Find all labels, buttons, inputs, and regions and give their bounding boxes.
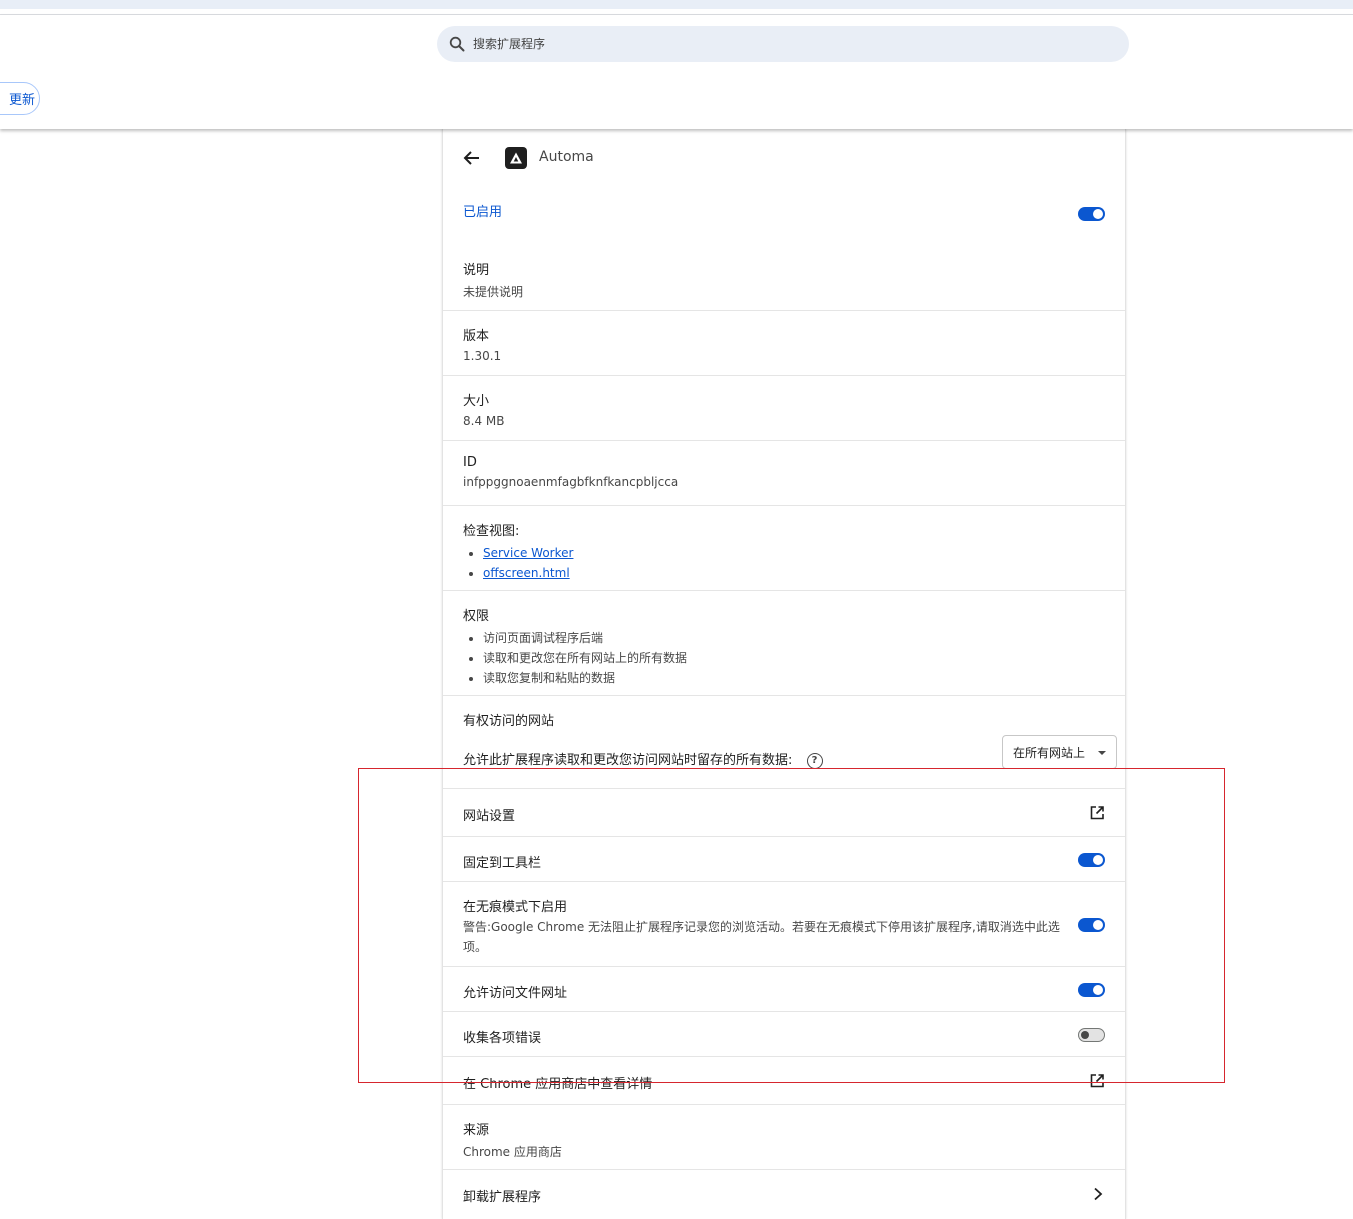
extensions-toolbar: 更新 [0,15,1353,129]
search-icon [449,36,465,52]
list-item: 访问页面调试程序后端 [483,628,1105,648]
id-section: ID infppggnoaenmfagbfknfkancpbljcca [443,440,1125,489]
size-label: 大小 [463,394,490,409]
collect-errors-toggle[interactable] [1078,1028,1105,1042]
window-top-strip [0,0,1353,9]
version-section: 版本 1.30.1 [443,310,1125,363]
collect-errors-row: 收集各项错误 [443,1011,1125,1056]
extension-name: Automa [539,149,594,165]
detail-header: Automa [443,129,1125,187]
permissions-section: 权限 访问页面调试程序后端 读取和更改您在所有网站上的所有数据 读取您复制和粘贴… [443,590,1125,688]
site-access-desc: 允许此扩展程序读取和更改您访问网站时留存的所有数据: [463,753,793,768]
description-label: 说明 [463,263,490,278]
list-item: offscreen.html [483,563,1105,583]
open-in-new-icon[interactable] [1089,805,1105,821]
inspect-views-label: 检查视图: [463,524,520,539]
id-label: ID [463,455,477,470]
service-worker-link[interactable]: Service Worker [483,546,573,560]
uninstall-label: 卸载扩展程序 [463,1190,542,1205]
collect-errors-label: 收集各项错误 [463,1031,542,1046]
site-settings-row[interactable]: 网站设置 [443,788,1125,836]
source-section: 来源 Chrome 应用商店 [443,1104,1125,1160]
webstore-row[interactable]: 在 Chrome 应用商店中查看详情 [443,1056,1125,1104]
size-section: 大小 8.4 MB [443,375,1125,428]
help-circle-icon[interactable]: ? [806,752,823,769]
automa-logo-icon [505,147,527,169]
source-label: 来源 [463,1123,490,1138]
permissions-list: 访问页面调试程序后端 读取和更改您在所有网站上的所有数据 读取您复制和粘贴的数据 [463,628,1105,688]
version-label: 版本 [463,329,490,344]
chevron-down-icon [1098,751,1106,755]
list-item: Service Worker [483,543,1105,563]
enabled-row: 已启用 [443,201,1125,225]
open-in-new-icon[interactable] [1089,1073,1105,1089]
site-access-select[interactable]: 在所有网站上 [1002,735,1117,769]
uninstall-row[interactable]: 卸载扩展程序 [443,1169,1125,1217]
description-section: 说明 未提供说明 [443,259,1125,300]
enabled-label: 已启用 [463,205,503,220]
pin-toolbar-toggle[interactable] [1078,853,1105,867]
chevron-right-icon [1094,1187,1103,1201]
file-urls-row: 允许访问文件网址 [443,966,1125,1011]
site-access-label: 有权访问的网站 [463,714,555,729]
site-settings-label: 网站设置 [463,809,516,824]
pin-toolbar-label: 固定到工具栏 [463,856,542,871]
version-value: 1.30.1 [463,349,502,363]
arrow-back-icon[interactable] [461,147,483,169]
search-input[interactable] [471,36,1075,52]
size-value: 8.4 MB [463,414,505,428]
offscreen-html-link[interactable]: offscreen.html [483,566,570,580]
file-urls-label: 允许访问文件网址 [463,986,568,1001]
incognito-toggle[interactable] [1078,918,1105,932]
extension-detail-card: Automa 已启用 说明 未提供说明 版本 1.30.1 大小 8.4 MB … [442,129,1126,1219]
incognito-row: 在无痕模式下启用 警告:Google Chrome 无法阻止扩展程序记录您的浏览… [443,881,1125,966]
search-box[interactable] [437,26,1129,62]
description-value: 未提供说明 [463,285,524,299]
permissions-label: 权限 [463,609,490,624]
update-button[interactable]: 更新 [0,82,40,115]
webstore-label: 在 Chrome 应用商店中查看详情 [463,1077,653,1092]
list-item: 读取您复制和粘贴的数据 [483,668,1105,688]
site-access-row: 允许此扩展程序读取和更改您访问网站时留存的所有数据: ? 在所有网站上 [443,735,1125,785]
pin-toolbar-row: 固定到工具栏 [443,836,1125,881]
inspect-views-list: Service Worker offscreen.html [463,543,1105,583]
file-urls-toggle[interactable] [1078,983,1105,997]
source-value: Chrome 应用商店 [463,1145,562,1159]
incognito-warning: 警告:Google Chrome 无法阻止扩展程序记录您的浏览活动。若要在无痕模… [463,920,1060,954]
list-item: 读取和更改您在所有网站上的所有数据 [483,648,1105,668]
inspect-views-section: 检查视图: Service Worker offscreen.html [443,505,1125,583]
incognito-label: 在无痕模式下启用 [463,900,568,915]
id-value: infppggnoaenmfagbfknfkancpbljcca [463,475,679,489]
enabled-toggle[interactable] [1078,207,1105,221]
site-access-select-value: 在所有网站上 [1013,745,1086,760]
